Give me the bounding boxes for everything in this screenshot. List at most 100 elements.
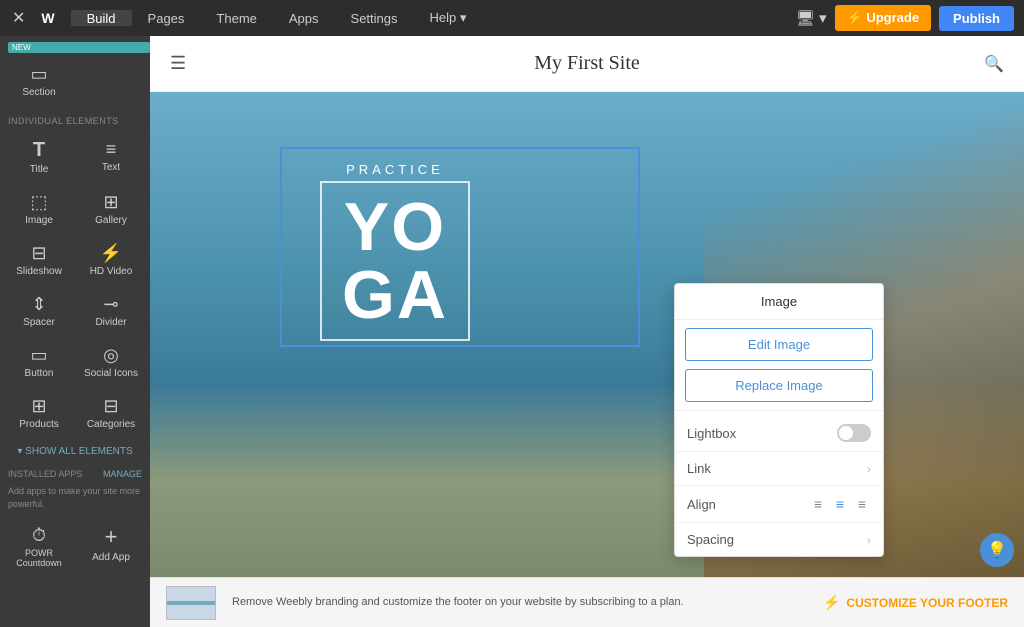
nav-tabs: Build Pages Theme Apps Settings Help ▾ bbox=[71, 10, 786, 26]
individual-elements-header: INDIVIDUAL ELEMENTS bbox=[0, 108, 150, 130]
align-label: Align bbox=[687, 497, 716, 512]
nav-right: 🖥 ▾ ⚡ Upgrade Publish bbox=[786, 5, 1024, 31]
canvas-area[interactable]: ☰ My First Site 🔍 PRACTICE YOGA Image Ed… bbox=[150, 36, 1024, 627]
powr-countdown-icon: ⏱ bbox=[32, 526, 46, 544]
title-icon: T bbox=[33, 140, 45, 160]
sidebar-item-button[interactable]: ▭ Button bbox=[4, 338, 74, 387]
sidebar-item-powr-countdown[interactable]: ⏱ POWR Countdown bbox=[4, 518, 74, 576]
gallery-icon: ⊞ bbox=[103, 193, 118, 211]
sidebar-item-title[interactable]: T Title bbox=[4, 132, 74, 183]
bolt-icon: ⚡ bbox=[823, 594, 840, 611]
social-icons-label: Social Icons bbox=[84, 368, 138, 379]
customize-footer-label: CUSTOMIZE YOUR FOOTER bbox=[846, 596, 1008, 610]
new-badge: NEW bbox=[8, 42, 150, 53]
spacing-row[interactable]: Spacing › bbox=[675, 523, 883, 556]
site-header: ☰ My First Site 🔍 bbox=[150, 36, 1024, 92]
title-label: Title bbox=[30, 164, 49, 175]
products-icon: ⊞ bbox=[31, 397, 46, 415]
apps-description: Add apps to make your site more powerful… bbox=[0, 485, 150, 516]
edit-image-button[interactable]: Edit Image bbox=[685, 328, 873, 361]
nav-left: ✕ W bbox=[0, 4, 71, 32]
panel-title: Image bbox=[675, 284, 883, 320]
elements-grid: T Title ≡ Text ⬚ Image ⊞ Gallery ⊟ Slide… bbox=[0, 130, 150, 440]
customize-footer-button[interactable]: ⚡ CUSTOMIZE YOUR FOOTER bbox=[823, 594, 1008, 611]
sidebar-item-slideshow[interactable]: ⊟ Slideshow bbox=[4, 236, 74, 285]
align-row: Align ≡ ≡ ≡ bbox=[675, 486, 883, 523]
sidebar: NEW ▭ Section INDIVIDUAL ELEMENTS T Titl… bbox=[0, 36, 150, 627]
main-layout: NEW ▭ Section INDIVIDUAL ELEMENTS T Titl… bbox=[0, 36, 1024, 627]
installed-apps-header: INSTALLED APPS MANAGE bbox=[0, 463, 150, 485]
tab-pages[interactable]: Pages bbox=[132, 10, 201, 26]
upgrade-button[interactable]: ⚡ Upgrade bbox=[835, 5, 932, 31]
replace-image-button[interactable]: Replace Image bbox=[685, 369, 873, 402]
close-button[interactable]: ✕ bbox=[8, 4, 29, 32]
spacing-label: Spacing bbox=[687, 532, 734, 547]
hero-area[interactable]: PRACTICE YOGA Image Edit Image Replace I… bbox=[150, 92, 1024, 577]
tab-settings[interactable]: Settings bbox=[335, 10, 414, 26]
footer-text: Remove Weebly branding and customize the… bbox=[232, 594, 807, 611]
hd-video-label: HD Video bbox=[90, 266, 133, 277]
section-label: Section bbox=[22, 87, 55, 98]
tab-build[interactable]: Build bbox=[71, 10, 132, 26]
apps-grid: ⏱ POWR Countdown + Add App bbox=[0, 516, 150, 578]
bottom-bar: Remove Weebly branding and customize the… bbox=[150, 577, 1024, 627]
link-label: Link bbox=[687, 461, 711, 476]
search-icon[interactable]: 🔍 bbox=[984, 54, 1004, 74]
link-row[interactable]: Link › bbox=[675, 452, 883, 486]
text-icon: ≡ bbox=[106, 140, 117, 158]
spacer-label: Spacer bbox=[23, 317, 55, 328]
spacing-chevron-icon: › bbox=[867, 533, 871, 547]
practice-text: PRACTICE bbox=[320, 162, 470, 177]
sidebar-item-gallery[interactable]: ⊞ Gallery bbox=[76, 185, 146, 234]
sidebar-item-image[interactable]: ⬚ Image bbox=[4, 185, 74, 234]
link-chevron-icon: › bbox=[867, 462, 871, 476]
slideshow-label: Slideshow bbox=[16, 266, 62, 277]
lightbox-label: Lightbox bbox=[687, 426, 736, 441]
section-icon: ▭ bbox=[30, 65, 47, 83]
manage-apps-link[interactable]: MANAGE bbox=[103, 469, 142, 479]
spacer-icon: ⇕ bbox=[31, 295, 46, 313]
show-all-elements[interactable]: ▾ SHOW ALL ELEMENTS bbox=[0, 440, 150, 463]
image-icon: ⬚ bbox=[30, 193, 47, 211]
slideshow-icon: ⊟ bbox=[31, 244, 46, 262]
powr-countdown-label: POWR Countdown bbox=[8, 548, 70, 568]
image-label: Image bbox=[25, 215, 53, 226]
site-title: My First Site bbox=[534, 52, 640, 75]
lightbox-row: Lightbox bbox=[675, 415, 883, 452]
tab-theme[interactable]: Theme bbox=[200, 10, 272, 26]
help-bubble[interactable]: 💡 bbox=[980, 533, 1014, 567]
image-panel: Image Edit Image Replace Image Lightbox … bbox=[674, 283, 884, 557]
sidebar-item-text[interactable]: ≡ Text bbox=[76, 132, 146, 183]
section-item-grid: ▭ Section bbox=[0, 55, 150, 108]
top-nav: ✕ W Build Pages Theme Apps Settings Help… bbox=[0, 0, 1024, 36]
sidebar-item-divider[interactable]: ⊸ Divider bbox=[76, 287, 146, 336]
installed-apps-label: INSTALLED APPS bbox=[8, 469, 82, 479]
sidebar-item-section[interactable]: ▭ Section bbox=[4, 57, 74, 106]
hd-video-icon: ⚡ bbox=[100, 244, 122, 262]
tab-apps[interactable]: Apps bbox=[273, 10, 335, 26]
align-left-icon[interactable]: ≡ bbox=[809, 495, 827, 513]
align-right-icon[interactable]: ≡ bbox=[853, 495, 871, 513]
products-label: Products bbox=[19, 419, 58, 430]
sidebar-item-products[interactable]: ⊞ Products bbox=[4, 389, 74, 438]
tab-help[interactable]: Help ▾ bbox=[414, 10, 483, 26]
weebly-logo: W bbox=[33, 10, 62, 26]
panel-divider-1 bbox=[675, 410, 883, 411]
toggle-knob bbox=[839, 426, 853, 440]
sidebar-item-hd-video[interactable]: ⚡ HD Video bbox=[76, 236, 146, 285]
sidebar-item-add-app[interactable]: + Add App bbox=[76, 518, 146, 576]
categories-label: Categories bbox=[87, 419, 135, 430]
align-center-icon[interactable]: ≡ bbox=[831, 495, 849, 513]
sidebar-item-social-icons[interactable]: ◎ Social Icons bbox=[76, 338, 146, 387]
footer-preview bbox=[166, 586, 216, 620]
device-icon: 🖥 ▾ bbox=[796, 9, 827, 27]
sidebar-item-spacer[interactable]: ⇕ Spacer bbox=[4, 287, 74, 336]
categories-icon: ⊟ bbox=[103, 397, 118, 415]
sidebar-item-categories[interactable]: ⊟ Categories bbox=[76, 389, 146, 438]
social-icons-icon: ◎ bbox=[103, 346, 119, 364]
publish-button[interactable]: Publish bbox=[939, 6, 1014, 31]
lightbox-toggle[interactable] bbox=[837, 424, 871, 442]
menu-icon[interactable]: ☰ bbox=[170, 53, 186, 74]
text-label: Text bbox=[102, 162, 120, 173]
gallery-label: Gallery bbox=[95, 215, 127, 226]
